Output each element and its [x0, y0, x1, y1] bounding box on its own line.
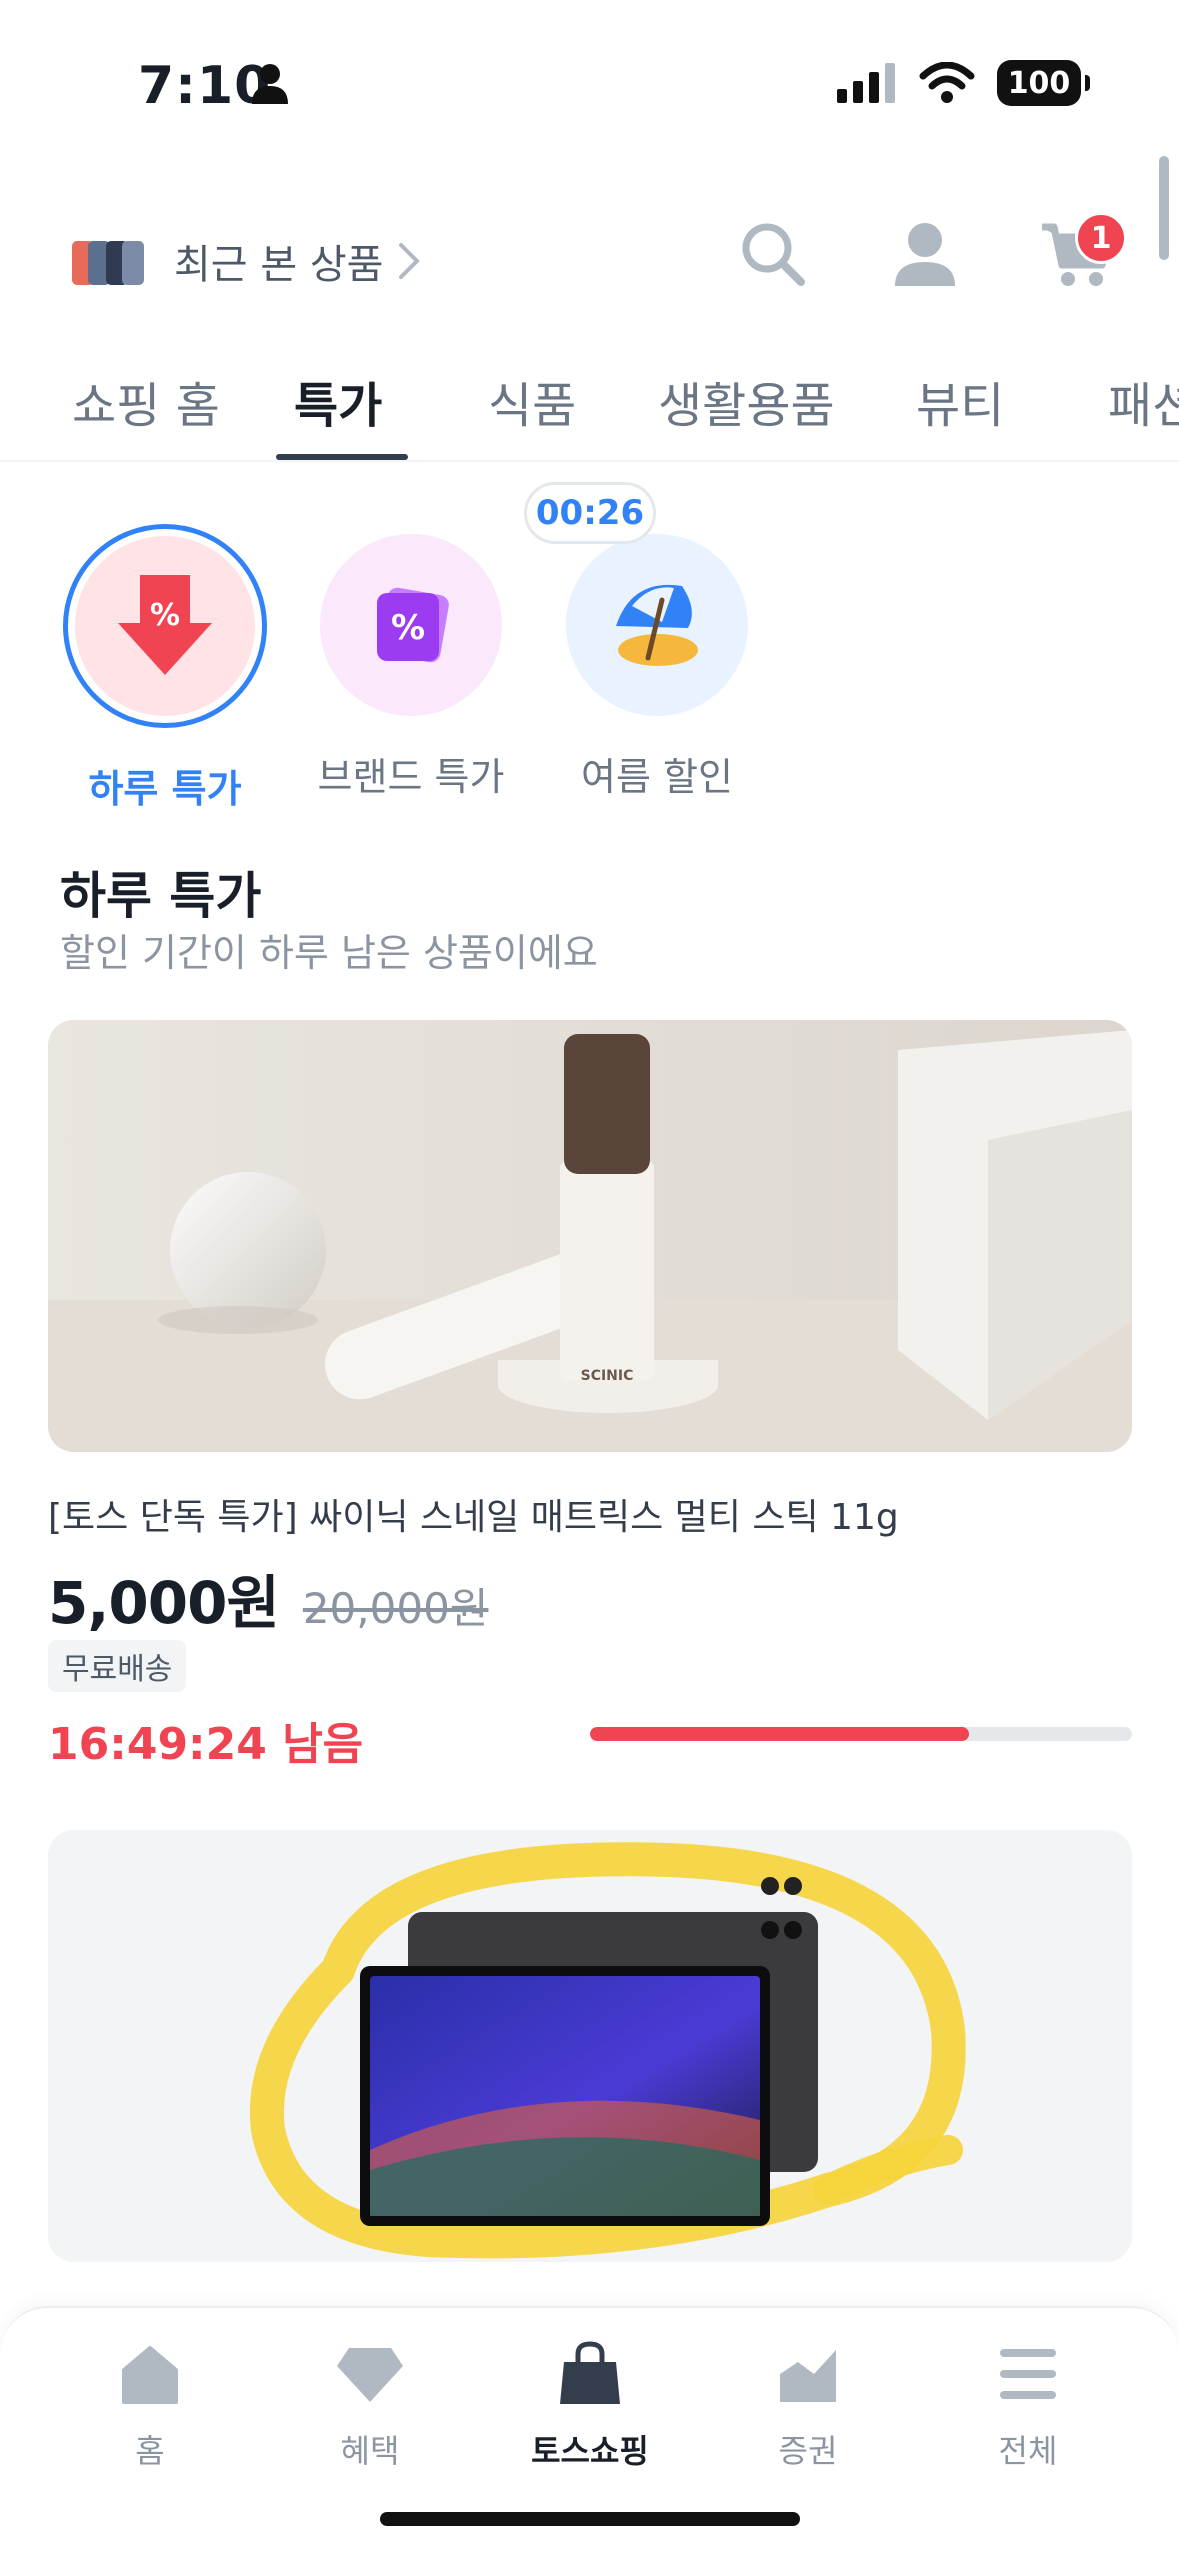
diamond-icon — [337, 2348, 403, 2402]
battery-level: 100 — [1007, 65, 1071, 101]
chevron-right-icon — [399, 243, 421, 279]
cart-count-badge: 1 — [1075, 212, 1127, 264]
sale-price: 5,000원 — [48, 1569, 280, 1637]
home-icon — [122, 2346, 178, 2404]
cellular-signal-icon — [837, 63, 895, 103]
section-subtitle: 할인 기간이 하루 남은 상품이에요 — [60, 931, 598, 975]
category-timer: 00:26 — [524, 482, 656, 544]
stock-chart-icon — [780, 2350, 836, 2402]
nav-stocks[interactable]: 증권 — [718, 2334, 898, 2472]
nav-benefits[interactable]: 혜택 — [280, 2334, 460, 2472]
time-remaining: 16:49:24 남음 — [48, 1719, 364, 1770]
category-icon-bg: % — [320, 534, 502, 716]
product-photo-scinic: SCINIC — [48, 1020, 1132, 1452]
person-icon — [252, 64, 288, 104]
nav-label: 혜택 — [340, 2432, 400, 2470]
recent-products-link[interactable]: 최근 본 상품 — [72, 232, 421, 290]
beach-umbrella-icon — [616, 584, 698, 666]
sales-progress-bar — [590, 1727, 1132, 1741]
scroll-indicator[interactable] — [1159, 156, 1169, 260]
header-actions: 1 — [731, 212, 1127, 296]
tab-household[interactable]: 생활용품 — [658, 366, 835, 436]
shopping-bag-icon — [560, 2341, 620, 2404]
tab-deals[interactable]: 특가 — [294, 366, 382, 436]
free-shipping-badge: 무료배송 — [48, 1640, 187, 1692]
user-icon — [895, 223, 955, 286]
product-image[interactable]: SCINIC — [48, 1020, 1132, 1452]
category-daily-deal[interactable]: % 하루 특가 — [60, 520, 270, 813]
svg-text:%: % — [150, 598, 180, 633]
svg-text:%: % — [391, 608, 425, 648]
home-indicator[interactable] — [380, 2512, 800, 2526]
category-icon-bg: % — [75, 536, 255, 716]
profile-button[interactable] — [883, 212, 967, 296]
category-label: 여름 할인 — [581, 755, 733, 799]
recent-products-label: 최근 본 상품 — [174, 242, 384, 288]
nav-label: 증권 — [778, 2432, 838, 2470]
category-icon-bg — [566, 534, 748, 716]
category-tabs: 쇼핑 홈 특가 식품 생활용품 뷰티 패션 — [0, 340, 1179, 462]
nav-label: 전체 — [998, 2432, 1058, 2470]
wifi-icon — [919, 62, 975, 103]
tab-fashion[interactable]: 패션 — [1108, 366, 1179, 436]
product-name[interactable]: [토스 단독 특가] 싸이닉 스네일 매트릭스 멀티 스틱 11g — [48, 1488, 899, 1540]
category-label: 하루 특가 — [88, 767, 242, 811]
original-price: 20,000원 — [302, 1584, 489, 1633]
nav-label: 홈 — [135, 2432, 165, 2470]
nav-label: 토스쇼핑 — [531, 2432, 649, 2470]
product-brand-text: SCINIC — [581, 1368, 634, 1384]
search-icon — [742, 223, 805, 286]
category-brand-deal[interactable]: % 브랜드 특가 — [306, 520, 516, 801]
cart-button[interactable]: 1 — [1035, 212, 1127, 296]
search-button[interactable] — [731, 212, 815, 296]
product-photo-tablet — [48, 1830, 1132, 2262]
purple-percent-card-icon: % — [377, 587, 449, 663]
menu-icon — [1000, 2349, 1056, 2399]
status-bar: 7:10 100 — [0, 0, 1179, 150]
category-label: 브랜드 특가 — [317, 755, 505, 799]
nav-home[interactable]: 홈 — [60, 2334, 240, 2472]
recent-product-thumbnail — [72, 233, 144, 289]
status-indicators: 100 — [837, 60, 1090, 106]
tab-shopping-home[interactable]: 쇼핑 홈 — [72, 366, 220, 436]
nav-all[interactable]: 전체 — [938, 2334, 1118, 2472]
battery-indicator: 100 — [997, 60, 1090, 106]
price-row: 5,000원 20,000원 — [48, 1556, 488, 1640]
category-selected-ring: % — [63, 524, 267, 728]
nav-toss-shopping[interactable]: 토스쇼핑 — [500, 2334, 680, 2472]
section-title: 하루 특가 — [60, 867, 262, 925]
product-image[interactable] — [48, 1830, 1132, 2262]
tab-beauty[interactable]: 뷰티 — [916, 366, 1004, 436]
tab-food[interactable]: 식품 — [488, 366, 576, 436]
red-down-arrow-percent-icon: % — [118, 575, 212, 675]
category-summer-sale[interactable]: 여름 할인 — [552, 520, 762, 801]
sales-progress-fill — [590, 1727, 970, 1741]
active-tab-indicator — [276, 454, 408, 460]
